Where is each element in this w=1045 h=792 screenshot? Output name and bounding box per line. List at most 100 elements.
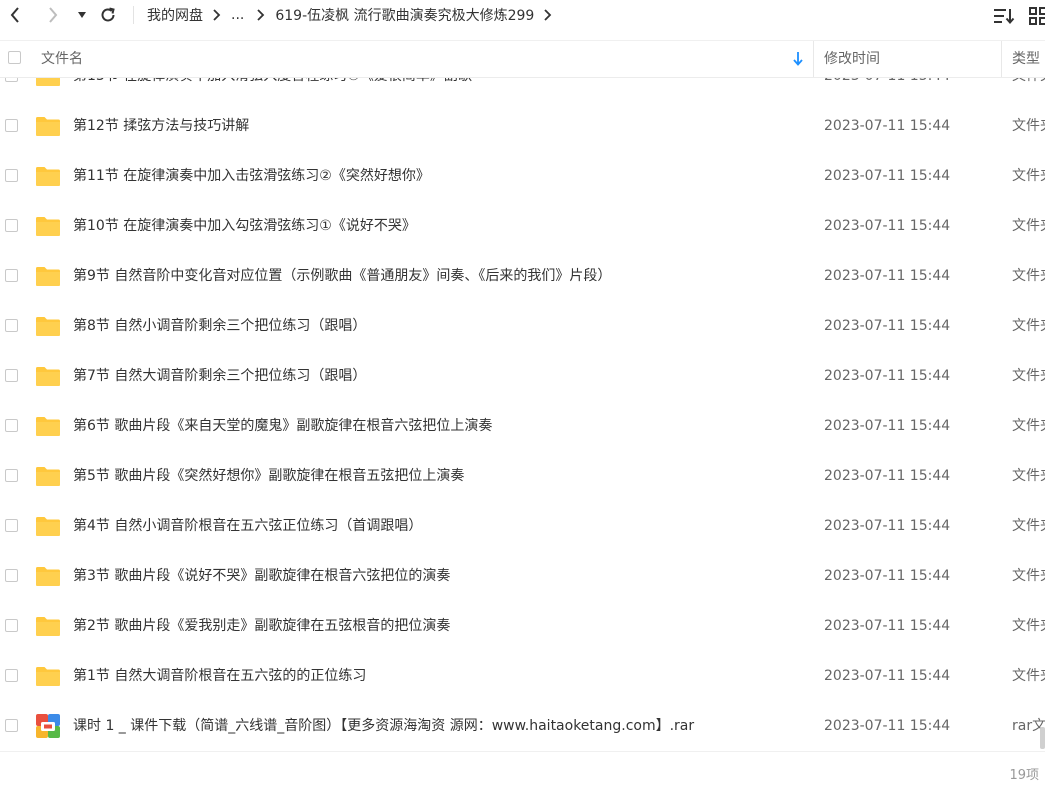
row-checkbox[interactable] (5, 569, 18, 582)
row-checkbox[interactable] (5, 319, 18, 332)
chevron-right-icon (212, 9, 221, 21)
file-modified-date: 2023-07-11 15:44 (824, 318, 951, 334)
file-list-rows: 第13节 在旋律演奏中加入滑弦入度音程练习①《爱很简单》副歌 2023-07-11… (0, 77, 1045, 751)
sort-icon (994, 9, 1015, 25)
row-checkbox[interactable] (5, 469, 18, 482)
file-modified-date: 2023-07-11 15:44 (824, 418, 951, 434)
file-modified-date: 2023-07-11 15:44 (824, 368, 951, 384)
file-row[interactable]: 课时 1 _ 课件下载（简谱_六线谱_音阶图）【更多资源海淘资 源网：www.h… (0, 701, 1045, 751)
file-list-header: 文件名 修改时间 类型 (0, 40, 1045, 78)
back-button[interactable] (4, 4, 26, 26)
row-checkbox[interactable] (5, 719, 18, 732)
history-dropdown-button[interactable] (71, 4, 93, 26)
file-name[interactable]: 第10节 在旋律演奏中加入勾弦滑弦练习①《说好不哭》 (73, 201, 416, 251)
grid-view-icon (1029, 7, 1045, 25)
file-row[interactable]: 第7节 自然大调音阶剩余三个把位练习（跟唱） 2023-07-11 15:44 文件… (0, 351, 1045, 401)
file-modified-date: 2023-07-11 15:44 (824, 268, 951, 284)
file-name[interactable]: 第5节 歌曲片段《突然好想你》副歌旋律在根音五弦把位上演奏 (73, 451, 464, 501)
column-header-modified[interactable]: 修改时间 (824, 41, 880, 77)
folder-icon (36, 77, 60, 86)
folder-icon (36, 217, 60, 236)
folder-icon (36, 117, 60, 136)
view-toggle-button[interactable] (1027, 5, 1045, 27)
file-row[interactable]: 第4节 自然小调音阶根音在五六弦正位练习（首调跟唱） 2023-07-11 15:… (0, 501, 1045, 551)
file-name[interactable]: 第9节 自然音阶中变化音对应位置（示例歌曲《普通朋友》间奏、《后来的我们》片段） (73, 251, 611, 301)
file-name[interactable]: 第2节 歌曲片段《爱我别走》副歌旋律在五弦根音的把位演奏 (73, 601, 450, 651)
sort-button[interactable] (993, 5, 1015, 27)
folder-icon (36, 467, 60, 486)
file-name[interactable]: 第8节 自然小调音阶剩余三个把位练习（跟唱） (73, 301, 366, 351)
file-name[interactable]: 第6节 歌曲片段《来自天堂的魔鬼》副歌旋律在根音六弦把位上演奏 (73, 401, 492, 451)
breadcrumb-root[interactable]: 我的网盘 (147, 5, 203, 25)
row-checkbox[interactable] (5, 219, 18, 232)
file-row[interactable]: 第8节 自然小调音阶剩余三个把位练习（跟唱） 2023-07-11 15:44 文件… (0, 301, 1045, 351)
toolbar-divider (133, 6, 134, 24)
archive-icon (36, 714, 60, 738)
file-modified-date: 2023-07-11 15:44 (824, 518, 951, 534)
file-name[interactable]: 第1节 自然大调音阶根音在五六弦的的正位练习 (73, 651, 366, 701)
column-header-name[interactable]: 文件名 (41, 41, 83, 77)
file-modified-date: 2023-07-11 15:44 (824, 668, 951, 684)
row-checkbox[interactable] (5, 369, 18, 382)
file-name[interactable]: 第12节 揉弦方法与技巧讲解 (73, 101, 249, 151)
folder-icon (36, 167, 60, 186)
file-name[interactable]: 第3节 歌曲片段《说好不哭》副歌旋律在根音六弦把位的演奏 (73, 551, 450, 601)
folder-icon (36, 617, 60, 636)
file-modified-date: 2023-07-11 15:44 (824, 118, 951, 134)
chevron-right-icon (256, 9, 265, 21)
folder-icon (36, 517, 60, 536)
file-name[interactable]: 第13节 在旋律演奏中加入滑弦入度音程练习①《爱很简单》副歌 (73, 77, 472, 101)
status-bar: 19项 (0, 751, 1045, 792)
file-name[interactable]: 第7节 自然大调音阶剩余三个把位练习（跟唱） (73, 351, 366, 401)
row-checkbox[interactable] (5, 419, 18, 432)
file-modified-date: 2023-07-11 15:44 (824, 218, 951, 234)
file-row[interactable]: 第3节 歌曲片段《说好不哭》副歌旋律在根音六弦把位的演奏 2023-07-11 1… (0, 551, 1045, 601)
row-checkbox[interactable] (5, 119, 18, 132)
file-row[interactable]: 第10节 在旋律演奏中加入勾弦滑弦练习①《说好不哭》 2023-07-11 15:… (0, 201, 1045, 251)
column-divider[interactable] (813, 41, 814, 77)
file-row[interactable]: 第9节 自然音阶中变化音对应位置（示例歌曲《普通朋友》间奏、《后来的我们》片段）… (0, 251, 1045, 301)
folder-icon (36, 317, 60, 336)
folder-icon (36, 267, 60, 286)
file-modified-date: 2023-07-11 15:44 (824, 718, 951, 734)
row-checkbox[interactable] (5, 169, 18, 182)
folder-icon (36, 567, 60, 586)
scrollbar[interactable] (1040, 77, 1045, 751)
file-list: 第13节 在旋律演奏中加入滑弦入度音程练习①《爱很简单》副歌 2023-07-11… (0, 77, 1045, 751)
file-modified-date: 2023-07-11 15:44 (824, 618, 951, 634)
chevron-left-icon (10, 7, 19, 23)
forward-button[interactable] (42, 4, 64, 26)
refresh-button[interactable] (97, 4, 119, 26)
row-checkbox[interactable] (5, 269, 18, 282)
file-row[interactable]: 第6节 歌曲片段《来自天堂的魔鬼》副歌旋律在根音六弦把位上演奏 2023-07-1… (0, 401, 1045, 451)
refresh-icon (101, 7, 115, 22)
file-modified-date: 2023-07-11 15:44 (824, 568, 951, 584)
sort-arrow-down-icon[interactable] (792, 41, 804, 77)
file-modified-date: 2023-07-11 15:44 (824, 77, 950, 101)
file-row[interactable]: 第1节 自然大调音阶根音在五六弦的的正位练习 2023-07-11 15:44 文件… (0, 651, 1045, 701)
file-modified-date: 2023-07-11 15:44 (824, 168, 951, 184)
row-checkbox[interactable] (5, 669, 18, 682)
chevron-right-icon (543, 9, 552, 21)
file-row[interactable]: 第13节 在旋律演奏中加入滑弦入度音程练习①《爱很简单》副歌 2023-07-11… (0, 77, 1045, 101)
select-all-checkbox[interactable] (8, 51, 21, 64)
scrollbar-thumb[interactable] (1040, 727, 1045, 749)
file-row[interactable]: 第2节 歌曲片段《爱我别走》副歌旋律在五弦根音的把位演奏 2023-07-11 1… (0, 601, 1045, 651)
caret-down-icon (78, 12, 86, 18)
file-row[interactable]: 第12节 揉弦方法与技巧讲解2023-07-11 15:44文件夹 (0, 101, 1045, 151)
row-checkbox[interactable] (5, 619, 18, 632)
file-name[interactable]: 课时 1 _ 课件下载（简谱_六线谱_音阶图）【更多资源海淘资 源网：www.h… (73, 701, 694, 751)
file-name[interactable]: 第4节 自然小调音阶根音在五六弦正位练习（首调跟唱） (73, 501, 422, 551)
breadcrumb-current[interactable]: 619-伍凌枫 流行歌曲演奏究极大修炼299 (275, 5, 534, 25)
row-checkbox[interactable] (5, 519, 18, 532)
folder-icon (36, 367, 60, 386)
file-modified-date: 2023-07-11 15:44 (824, 468, 951, 484)
toolbar: 我的网盘 ... 619-伍凌枫 流行歌曲演奏究极大修炼299 (0, 0, 1045, 30)
column-header-type[interactable]: 类型 (1012, 41, 1040, 77)
file-row[interactable]: 第5节 歌曲片段《突然好想你》副歌旋律在根音五弦把位上演奏 2023-07-11 … (0, 451, 1045, 501)
file-name[interactable]: 第11节 在旋律演奏中加入击弦滑弦练习②《突然好想你》 (73, 151, 430, 201)
folder-icon (36, 667, 60, 686)
file-row[interactable]: 第11节 在旋律演奏中加入击弦滑弦练习②《突然好想你》 2023-07-11 15… (0, 151, 1045, 201)
breadcrumb-ellipsis[interactable]: ... (231, 7, 244, 23)
column-divider[interactable] (1001, 41, 1002, 77)
